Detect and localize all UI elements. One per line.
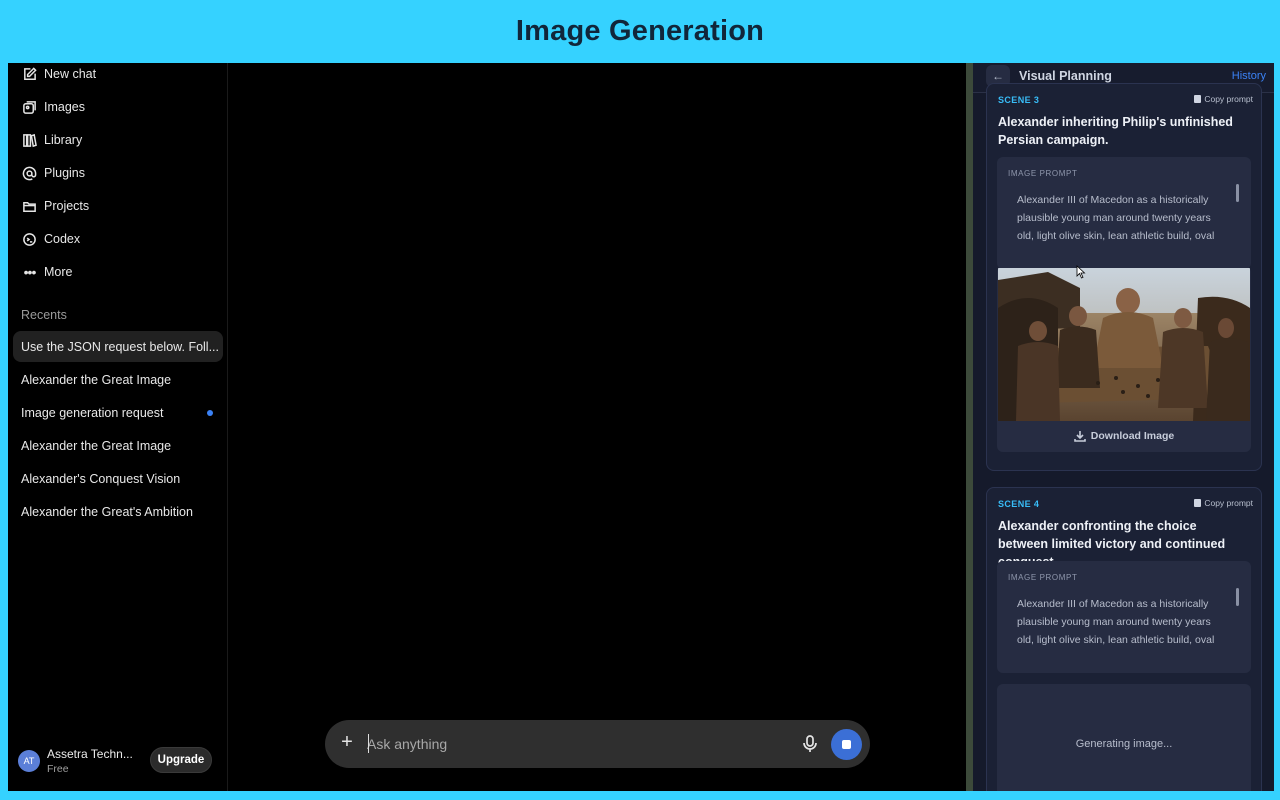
recent-chat-item[interactable]: Alexander the Great Image xyxy=(13,364,223,395)
edit-icon xyxy=(21,66,38,83)
recent-chat-label: Use the JSON request below. Foll... xyxy=(21,339,220,354)
panel-divider[interactable] xyxy=(966,63,973,791)
sidebar-item-plugins[interactable]: Plugins xyxy=(21,161,85,185)
avatar: AT xyxy=(18,750,40,772)
prompt-label: IMAGE PROMPT xyxy=(1008,169,1078,178)
copy-prompt-button[interactable]: Copy prompt xyxy=(1194,94,1253,104)
recent-chat-label: Alexander the Great's Ambition xyxy=(21,504,193,519)
scrollbar[interactable] xyxy=(1236,588,1239,606)
image-prompt-box[interactable]: IMAGE PROMPT Alexander III of Macedon as… xyxy=(997,157,1251,269)
library-icon xyxy=(21,132,38,149)
mouse-cursor-icon xyxy=(1076,265,1086,279)
prompt-text: Alexander III of Macedon as a historical… xyxy=(1017,194,1215,249)
scene-card: SCENE 4 Copy prompt Alexander confrontin… xyxy=(986,487,1262,791)
codex-icon xyxy=(21,231,38,248)
upgrade-button[interactable]: Upgrade xyxy=(150,747,212,773)
at-icon xyxy=(21,165,38,182)
prompt-label: IMAGE PROMPT xyxy=(1008,573,1078,582)
sidebar-item-label: Projects xyxy=(44,199,90,213)
sidebar-item-more[interactable]: ••• More xyxy=(21,260,73,284)
recents-heading: Recents xyxy=(21,308,67,322)
sidebar-item-images[interactable]: Images xyxy=(21,95,85,119)
stop-icon xyxy=(842,740,851,749)
download-image-button[interactable]: Download Image xyxy=(997,421,1251,451)
sidebar-item-label: New chat xyxy=(44,67,97,81)
sidebar-item-codex[interactable]: Codex xyxy=(21,227,80,251)
download-icon xyxy=(1073,431,1086,442)
app-window: New chat Images Library Plugins Projects… xyxy=(8,63,1274,791)
prompt-input[interactable] xyxy=(367,732,747,756)
recent-chat-label: Alexander's Conquest Vision xyxy=(21,471,181,486)
recent-chat-label: Image generation request xyxy=(21,405,164,420)
recent-chat-item[interactable]: Image generation request xyxy=(13,397,223,428)
banner: Image Generation xyxy=(0,0,1280,63)
plus-icon[interactable]: + xyxy=(337,732,357,753)
clipboard-icon xyxy=(1194,95,1202,103)
sidebar-item-label: More xyxy=(44,265,73,279)
microphone-icon[interactable] xyxy=(801,734,819,754)
copy-prompt-button[interactable]: Copy prompt xyxy=(1194,498,1253,508)
user-name: Assetra Techn... xyxy=(47,747,133,761)
sidebar-item-new-chat[interactable]: New chat xyxy=(21,63,96,86)
recent-chat-label: Alexander the Great Image xyxy=(21,372,172,387)
scene-label: SCENE 4 xyxy=(998,499,1040,509)
sidebar-item-library[interactable]: Library xyxy=(21,128,82,152)
generated-image-card: Download Image xyxy=(997,266,1251,452)
recent-chat-item[interactable]: Alexander the Great's Ambition xyxy=(13,496,223,527)
more-icon: ••• xyxy=(23,264,37,280)
sidebar-item-projects[interactable]: Projects xyxy=(21,194,89,218)
sidebar: New chat Images Library Plugins Projects… xyxy=(8,63,228,791)
scene-title: Alexander inheriting Philip's unfinished… xyxy=(998,115,1233,147)
scrollbar[interactable] xyxy=(1236,184,1239,202)
user-plan: Free xyxy=(47,763,69,775)
history-link[interactable]: History xyxy=(1232,70,1266,82)
banner-title: Image Generation xyxy=(515,15,765,47)
arrow-left-icon: ← xyxy=(992,69,1004,83)
generated-image[interactable] xyxy=(998,268,1250,421)
prompt-text: Alexander III of Macedon as a historical… xyxy=(1017,598,1215,653)
copy-prompt-label: Copy prompt xyxy=(1204,94,1253,104)
sidebar-item-label: Images xyxy=(44,100,85,114)
clipboard-icon xyxy=(1194,499,1202,507)
visual-planning-panel: ← Visual Planning History SCENE 3 Copy p… xyxy=(973,63,1274,791)
stop-button[interactable] xyxy=(831,729,862,760)
sidebar-item-label: Plugins xyxy=(44,166,85,180)
composer: + xyxy=(325,720,870,768)
unread-dot xyxy=(207,410,213,416)
sidebar-item-label: Library xyxy=(44,133,83,147)
sidebar-item-label: Codex xyxy=(44,232,81,246)
recent-chat-item[interactable]: Alexander the Great Image xyxy=(13,430,223,461)
recent-chat-item[interactable]: Use the JSON request below. Foll... xyxy=(13,331,223,362)
text-caret xyxy=(368,734,369,753)
scene-card: SCENE 3 Copy prompt Alexander inheriting… xyxy=(986,83,1262,471)
generating-status: Generating image... xyxy=(997,684,1251,791)
recent-chat-item[interactable]: Alexander's Conquest Vision xyxy=(13,463,223,494)
folder-icon xyxy=(21,198,38,215)
image-prompt-box[interactable]: IMAGE PROMPT Alexander III of Macedon as… xyxy=(997,561,1251,673)
panel-title: Visual Planning xyxy=(1019,69,1112,83)
scene-label: SCENE 3 xyxy=(998,95,1040,105)
download-label: Download Image xyxy=(1090,430,1175,442)
recent-chat-label: Alexander the Great Image xyxy=(21,438,172,453)
copy-prompt-label: Copy prompt xyxy=(1204,498,1253,508)
images-icon xyxy=(21,99,38,116)
